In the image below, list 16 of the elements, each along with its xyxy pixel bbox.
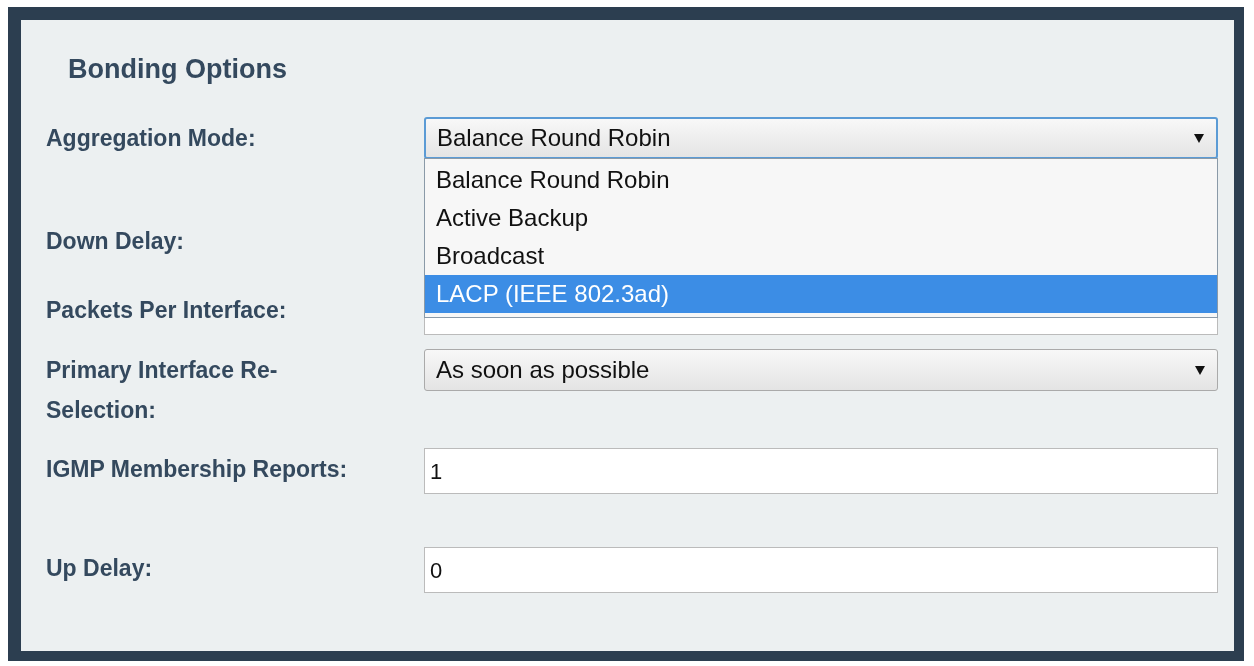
dropdown-select[interactable]: As soon as possible [424,349,1218,391]
field-label: Aggregation Mode: [46,124,257,153]
dropdown-select[interactable]: Balance Round Robin [424,117,1218,159]
field-label: Primary Interface Re-Selection: [46,356,279,425]
field-label: Packets Per Interface: [46,296,288,325]
dropdown-option[interactable]: Broadcast [425,237,1217,275]
dropdown-option[interactable]: Active Backup [425,199,1217,237]
input-field[interactable]: 0 [424,547,1218,593]
caret-icon [1194,364,1206,376]
field-label: Up Delay: [46,554,154,583]
field-label: IGMP Membership Reports: [46,455,349,484]
field-label: Down Delay: [46,227,186,256]
dropdown-option[interactable]: Balance Round Robin [425,161,1217,199]
input-field[interactable]: 1 [424,448,1218,494]
caret-icon [1193,132,1205,144]
section-title: Bonding Options [68,53,287,86]
